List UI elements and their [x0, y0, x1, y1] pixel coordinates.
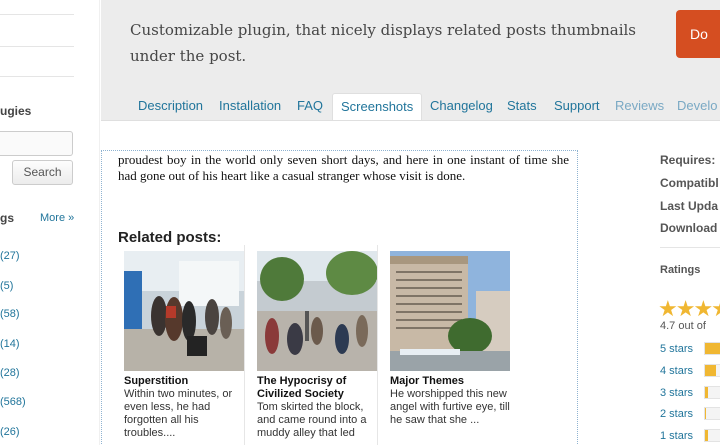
sidebar-heading: gs: [0, 211, 15, 225]
star-row-bar: [704, 429, 720, 442]
rating-summary: 4.7 out of: [660, 320, 706, 332]
left-sidebar: ugies Search gs More » (27) (5) (58) (14…: [0, 0, 100, 445]
tab-screenshots[interactable]: Screenshots: [332, 93, 423, 120]
star-row-bar: [704, 386, 720, 399]
star-row-label[interactable]: 3 stars: [660, 387, 693, 399]
related-post-excerpt: Tom skirted the block, and came round in…: [257, 401, 367, 439]
meta-downloads: Download: [660, 221, 718, 235]
tag-count-link[interactable]: (568): [0, 396, 26, 408]
search-button[interactable]: Search: [12, 160, 73, 185]
tag-count-link[interactable]: (14): [0, 338, 20, 350]
tag-count-link[interactable]: (28): [0, 367, 20, 379]
plugin-tagline: Customizable plugin, that nicely display…: [130, 21, 637, 65]
meta-last-updated: Last Upda: [660, 199, 719, 213]
tab-reviews[interactable]: Reviews: [615, 93, 664, 120]
meta-compatible: Compatibl: [660, 176, 719, 190]
related-post-excerpt: He worshipped this new angel with furtiv…: [390, 388, 510, 426]
tab-changelog[interactable]: Changelog: [430, 93, 493, 120]
related-post-thumbnail[interactable]: [257, 251, 377, 371]
tag-count-link[interactable]: (5): [0, 280, 13, 292]
more-link[interactable]: More »: [40, 212, 74, 224]
tab-faq[interactable]: FAQ: [297, 93, 323, 120]
tab-description[interactable]: Description: [138, 93, 203, 120]
post-excerpt: proudest boy in the world only seven sho…: [118, 152, 569, 183]
ratings-heading: Ratings: [660, 264, 701, 276]
star-rating-icon: ★★★★★: [658, 296, 720, 321]
sidebar-heading: ugies: [0, 104, 32, 118]
search-input[interactable]: [0, 131, 73, 156]
star-row-bar: [704, 407, 720, 420]
right-sidebar: Requires: Compatibl Last Upda Download R…: [600, 121, 720, 445]
related-post-card[interactable]: Major Themes He worshipped this new ange…: [385, 245, 511, 445]
related-post-thumbnail[interactable]: [390, 251, 510, 371]
star-row-bar: [704, 342, 720, 355]
tab-support[interactable]: Support: [554, 93, 600, 120]
tab-stats[interactable]: Stats: [507, 93, 537, 120]
tab-installation[interactable]: Installation: [219, 93, 281, 120]
related-post-excerpt: Within two minutes, or even less, he had…: [124, 388, 233, 439]
divider: [0, 76, 74, 77]
related-posts-heading: Related posts:: [118, 229, 222, 246]
related-post-title[interactable]: The Hypocrisy of Civilized Society: [257, 375, 377, 401]
divider: [0, 46, 74, 47]
related-post-card[interactable]: Superstition Within two minutes, or even…: [119, 245, 245, 445]
related-post-card[interactable]: The Hypocrisy of Civilized Society Tom s…: [252, 245, 378, 445]
meta-requires: Requires:: [660, 153, 716, 167]
star-row-bar: [704, 364, 720, 377]
related-post-thumbnail[interactable]: [124, 251, 244, 371]
star-row-label[interactable]: 4 stars: [660, 365, 693, 377]
tag-count-link[interactable]: (58): [0, 308, 20, 320]
tab-developers[interactable]: Develo: [677, 93, 717, 120]
divider: [0, 14, 74, 15]
tag-count-link[interactable]: (27): [0, 250, 20, 262]
screenshot-frame: proudest boy in the world only seven sho…: [101, 150, 578, 445]
tag-count-link[interactable]: (26): [0, 426, 20, 438]
star-row-label[interactable]: 2 stars: [660, 408, 693, 420]
star-row-label[interactable]: 1 stars: [660, 430, 693, 442]
download-button[interactable]: Do: [676, 10, 720, 58]
divider: [660, 247, 720, 248]
star-row-label[interactable]: 5 stars: [660, 343, 693, 355]
related-post-title[interactable]: Major Themes: [390, 375, 510, 388]
related-post-title[interactable]: Superstition: [124, 375, 244, 388]
